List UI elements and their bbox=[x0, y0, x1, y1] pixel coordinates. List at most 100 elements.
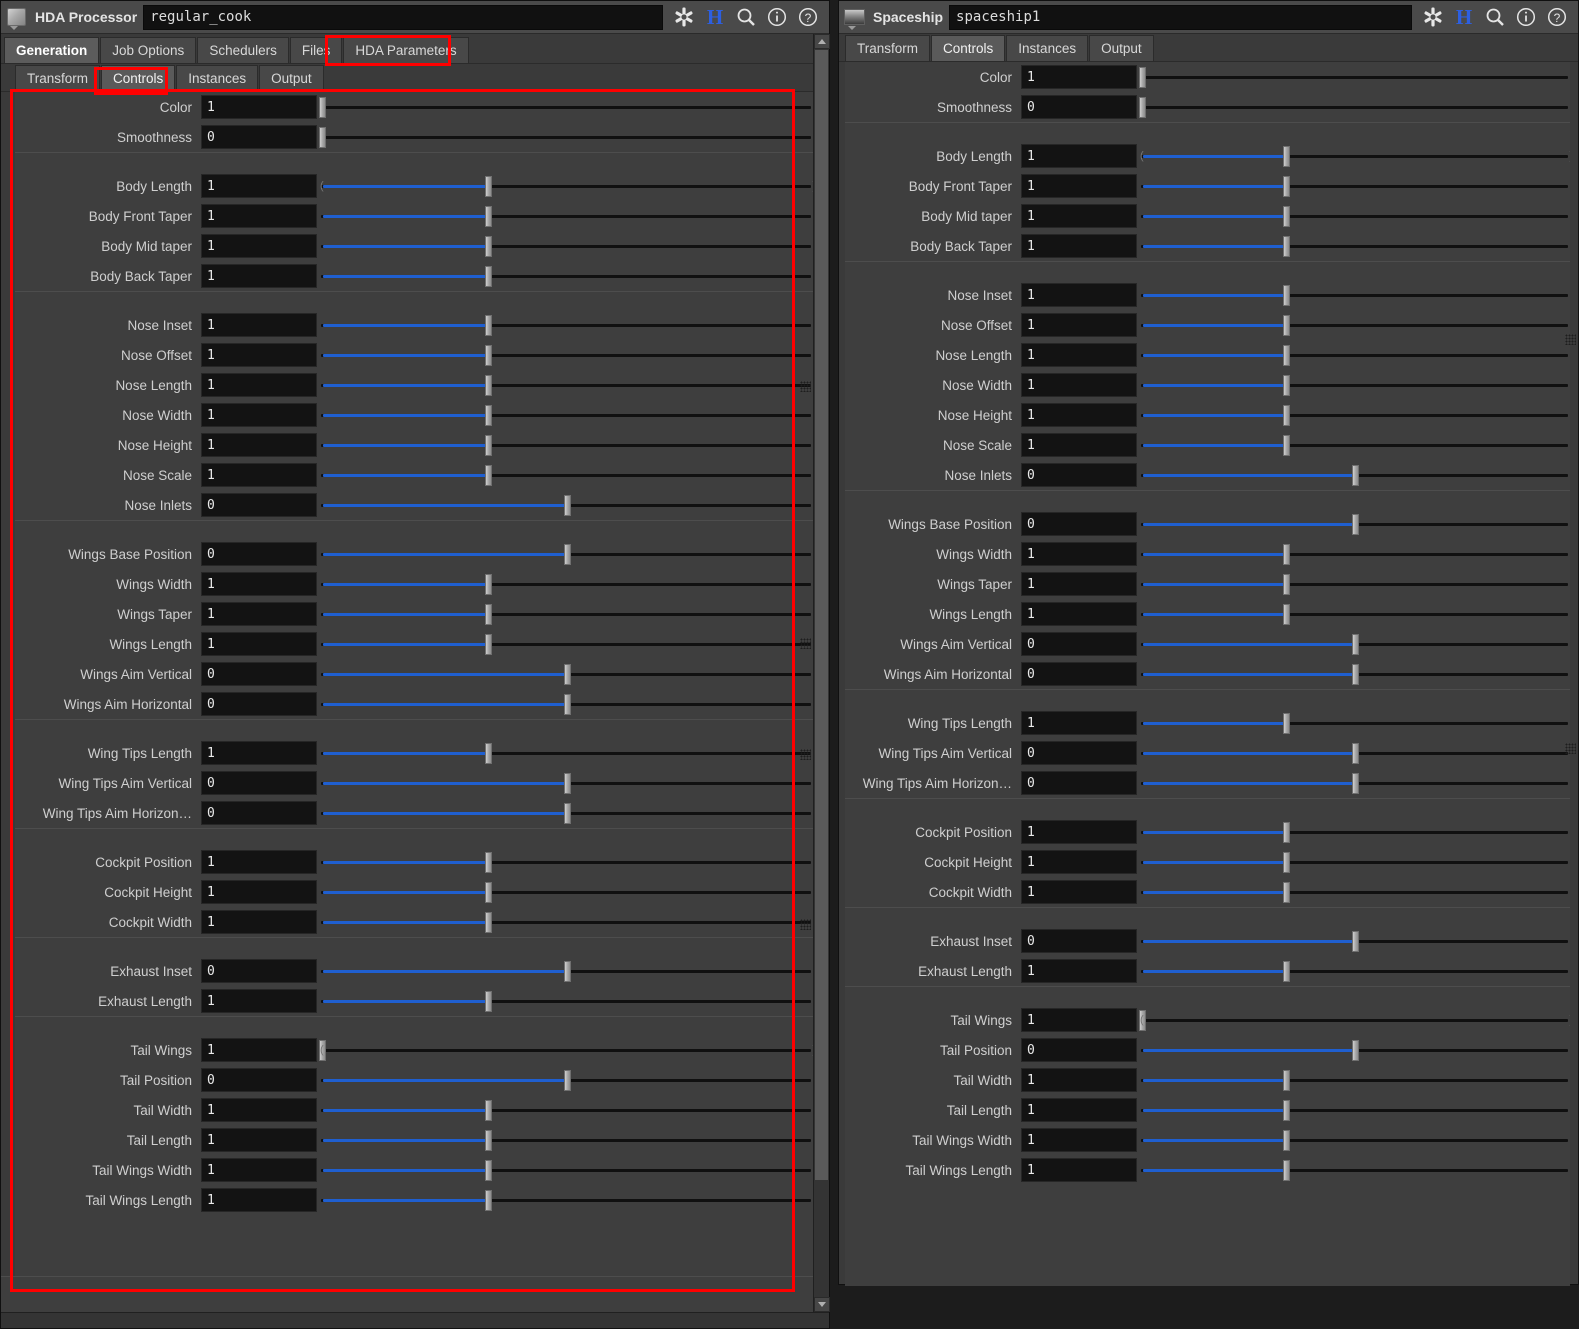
slider-handle[interactable] bbox=[1352, 772, 1359, 794]
parameter-slider[interactable]: () bbox=[1138, 1006, 1570, 1034]
parameter-value-input[interactable]: 1 bbox=[201, 1098, 317, 1122]
parameter-value-input[interactable]: 0 bbox=[201, 662, 317, 686]
slider-handle[interactable] bbox=[318, 126, 326, 148]
parameter-value-input[interactable]: 1 bbox=[1021, 283, 1137, 307]
tab-transform[interactable]: Transform bbox=[845, 35, 931, 61]
slider-handle[interactable] bbox=[484, 314, 492, 336]
parameter-value-input[interactable]: 0 bbox=[201, 959, 317, 983]
parameter-slider[interactable] bbox=[1141, 510, 1570, 538]
parameter-value-input[interactable]: 0 bbox=[201, 771, 317, 795]
tab-output[interactable]: Output bbox=[259, 65, 324, 91]
parameter-slider[interactable] bbox=[1141, 878, 1570, 906]
parameter-value-input[interactable]: 1 bbox=[201, 1158, 317, 1182]
parameter-slider[interactable] bbox=[1141, 739, 1570, 767]
parameter-slider[interactable] bbox=[321, 232, 813, 260]
slider-handle[interactable] bbox=[1283, 374, 1291, 396]
tab-hda-parameters[interactable]: HDA Parameters bbox=[343, 37, 469, 63]
parameter-slider[interactable] bbox=[321, 401, 813, 429]
parameter-slider[interactable] bbox=[321, 570, 813, 598]
parameter-slider[interactable] bbox=[321, 1096, 813, 1124]
scroll-up-arrow[interactable] bbox=[814, 34, 830, 49]
parameter-value-input[interactable]: 1 bbox=[201, 1038, 317, 1062]
tab-schedulers[interactable]: Schedulers bbox=[197, 37, 289, 63]
help-icon[interactable]: ? bbox=[1546, 6, 1568, 28]
parameter-value-input[interactable]: 1 bbox=[201, 264, 317, 288]
slider-handle[interactable] bbox=[484, 205, 492, 227]
parameter-value-input[interactable]: 1 bbox=[201, 95, 317, 119]
parameter-value-input[interactable]: 1 bbox=[201, 741, 317, 765]
slider-handle[interactable] bbox=[1283, 543, 1291, 565]
parameter-value-input[interactable]: 1 bbox=[1021, 313, 1137, 337]
parameter-value-input[interactable]: 0 bbox=[1021, 512, 1137, 536]
slider-handle[interactable] bbox=[1352, 464, 1359, 486]
slider-handle[interactable] bbox=[484, 175, 492, 197]
slider-handle[interactable] bbox=[1352, 930, 1359, 952]
parameter-slider[interactable] bbox=[1141, 371, 1570, 399]
slider-handle[interactable] bbox=[318, 96, 326, 118]
parameter-slider[interactable] bbox=[321, 690, 813, 718]
slider-handle[interactable] bbox=[1283, 284, 1291, 306]
parameter-slider[interactable] bbox=[1141, 1156, 1570, 1184]
parameter-slider[interactable] bbox=[321, 262, 813, 290]
parameter-slider[interactable] bbox=[321, 1156, 813, 1184]
parameter-value-input[interactable]: 1 bbox=[1021, 144, 1137, 168]
slider-handle[interactable] bbox=[484, 1099, 492, 1121]
panel-resize-grip[interactable] bbox=[800, 919, 811, 930]
panel-resize-grip[interactable] bbox=[800, 381, 811, 392]
parameter-value-input[interactable]: 1 bbox=[1021, 343, 1137, 367]
parameter-slider[interactable] bbox=[1141, 818, 1570, 846]
parameter-slider[interactable] bbox=[1141, 1036, 1570, 1064]
parameter-value-input[interactable]: 1 bbox=[1021, 1008, 1137, 1032]
slider-handle[interactable] bbox=[1352, 1039, 1359, 1061]
parameter-value-input[interactable]: 1 bbox=[1021, 174, 1137, 198]
slider-handle[interactable] bbox=[1283, 404, 1291, 426]
slider-handle[interactable] bbox=[484, 434, 492, 456]
slider-handle[interactable] bbox=[484, 573, 492, 595]
parameter-value-input[interactable]: 0 bbox=[1021, 1038, 1137, 1062]
parameter-value-input[interactable]: 0 bbox=[201, 542, 317, 566]
slider-handle[interactable] bbox=[484, 881, 492, 903]
parameter-value-input[interactable]: 1 bbox=[201, 1188, 317, 1212]
parameter-slider[interactable] bbox=[318, 93, 813, 121]
tab-transform[interactable]: Transform bbox=[15, 65, 101, 91]
parameter-slider[interactable] bbox=[321, 341, 813, 369]
spaceship-name-field[interactable]: spaceship1 bbox=[949, 4, 1412, 30]
parameter-value-input[interactable]: 1 bbox=[1021, 1068, 1137, 1092]
parameter-slider[interactable] bbox=[321, 908, 813, 936]
parameter-slider[interactable] bbox=[1141, 461, 1570, 489]
parameter-value-input[interactable]: 1 bbox=[201, 204, 317, 228]
slider-handle[interactable] bbox=[484, 990, 492, 1012]
slider-handle[interactable] bbox=[1283, 1069, 1291, 1091]
parameter-slider[interactable] bbox=[1141, 570, 1570, 598]
parameter-slider[interactable]: () bbox=[320, 172, 813, 200]
parameter-value-input[interactable]: 1 bbox=[201, 632, 317, 656]
slider-handle[interactable] bbox=[1283, 960, 1291, 982]
parameter-value-input[interactable]: 1 bbox=[1021, 850, 1137, 874]
slider-handle[interactable] bbox=[1138, 66, 1146, 88]
parameter-slider[interactable] bbox=[1141, 540, 1570, 568]
parameter-value-input[interactable]: 1 bbox=[201, 343, 317, 367]
parameter-slider[interactable] bbox=[321, 1186, 813, 1214]
parameter-slider[interactable] bbox=[1138, 63, 1570, 91]
panel-resize-grip[interactable] bbox=[1565, 743, 1576, 754]
parameter-slider[interactable] bbox=[1141, 232, 1570, 260]
slider-handle[interactable] bbox=[1283, 205, 1291, 227]
search-icon[interactable] bbox=[1484, 6, 1506, 28]
parameter-slider[interactable]: () bbox=[318, 1036, 813, 1064]
slider-handle[interactable] bbox=[484, 911, 492, 933]
parameter-value-input[interactable]: 0 bbox=[201, 801, 317, 825]
parameter-slider[interactable] bbox=[1141, 660, 1570, 688]
parameter-value-input[interactable]: 1 bbox=[201, 174, 317, 198]
parameter-value-input[interactable]: 1 bbox=[201, 880, 317, 904]
tab-instances[interactable]: Instances bbox=[176, 65, 259, 91]
left-vertical-scrollbar[interactable] bbox=[813, 34, 830, 1312]
parameter-slider[interactable] bbox=[1141, 769, 1570, 797]
slider-handle[interactable] bbox=[1352, 742, 1359, 764]
slider-handle[interactable] bbox=[563, 693, 571, 715]
parameter-slider[interactable] bbox=[1141, 709, 1570, 737]
parameter-value-input[interactable]: 1 bbox=[1021, 959, 1137, 983]
slider-handle[interactable] bbox=[1283, 175, 1291, 197]
slider-handle[interactable] bbox=[563, 663, 571, 685]
parameter-value-input[interactable]: 0 bbox=[201, 692, 317, 716]
parameter-slider[interactable] bbox=[321, 769, 813, 797]
